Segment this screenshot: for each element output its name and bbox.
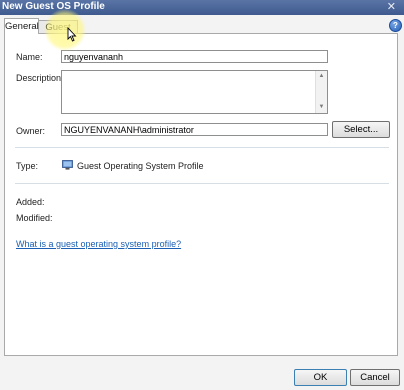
description-label: Description: bbox=[16, 73, 64, 83]
type-label: Type: bbox=[16, 161, 39, 171]
scroll-up-icon[interactable]: ▲ bbox=[317, 72, 326, 81]
select-owner-button[interactable]: Select... bbox=[332, 121, 390, 138]
name-input[interactable]: nguyenvananh bbox=[61, 50, 328, 63]
cancel-button[interactable]: Cancel bbox=[350, 369, 400, 386]
scroll-down-icon[interactable]: ▼ bbox=[317, 103, 326, 112]
modified-label: Modified: bbox=[16, 213, 53, 223]
type-value: Guest Operating System Profile bbox=[77, 161, 204, 171]
separator bbox=[15, 183, 389, 184]
mouse-pointer-icon bbox=[67, 27, 77, 42]
help-link[interactable]: What is a guest operating system profile… bbox=[16, 239, 181, 249]
help-icon[interactable]: ? bbox=[389, 19, 402, 32]
separator bbox=[15, 147, 389, 148]
close-icon[interactable]: ✕ bbox=[387, 0, 396, 14]
tab-general[interactable]: General bbox=[4, 18, 39, 34]
title-bar: New Guest OS Profile ✕ bbox=[0, 0, 404, 15]
added-label: Added: bbox=[16, 197, 45, 207]
description-textarea[interactable]: ▲ ▼ bbox=[61, 70, 328, 114]
owner-input[interactable]: NGUYENVANANH\administrator bbox=[61, 123, 328, 136]
ok-button[interactable]: OK bbox=[294, 369, 347, 386]
monitor-icon bbox=[62, 160, 73, 170]
owner-label: Owner: bbox=[16, 126, 46, 136]
window-title: New Guest OS Profile bbox=[2, 1, 105, 12]
name-label: Name: bbox=[16, 52, 43, 62]
description-scrollbar[interactable]: ▲ ▼ bbox=[315, 71, 327, 113]
